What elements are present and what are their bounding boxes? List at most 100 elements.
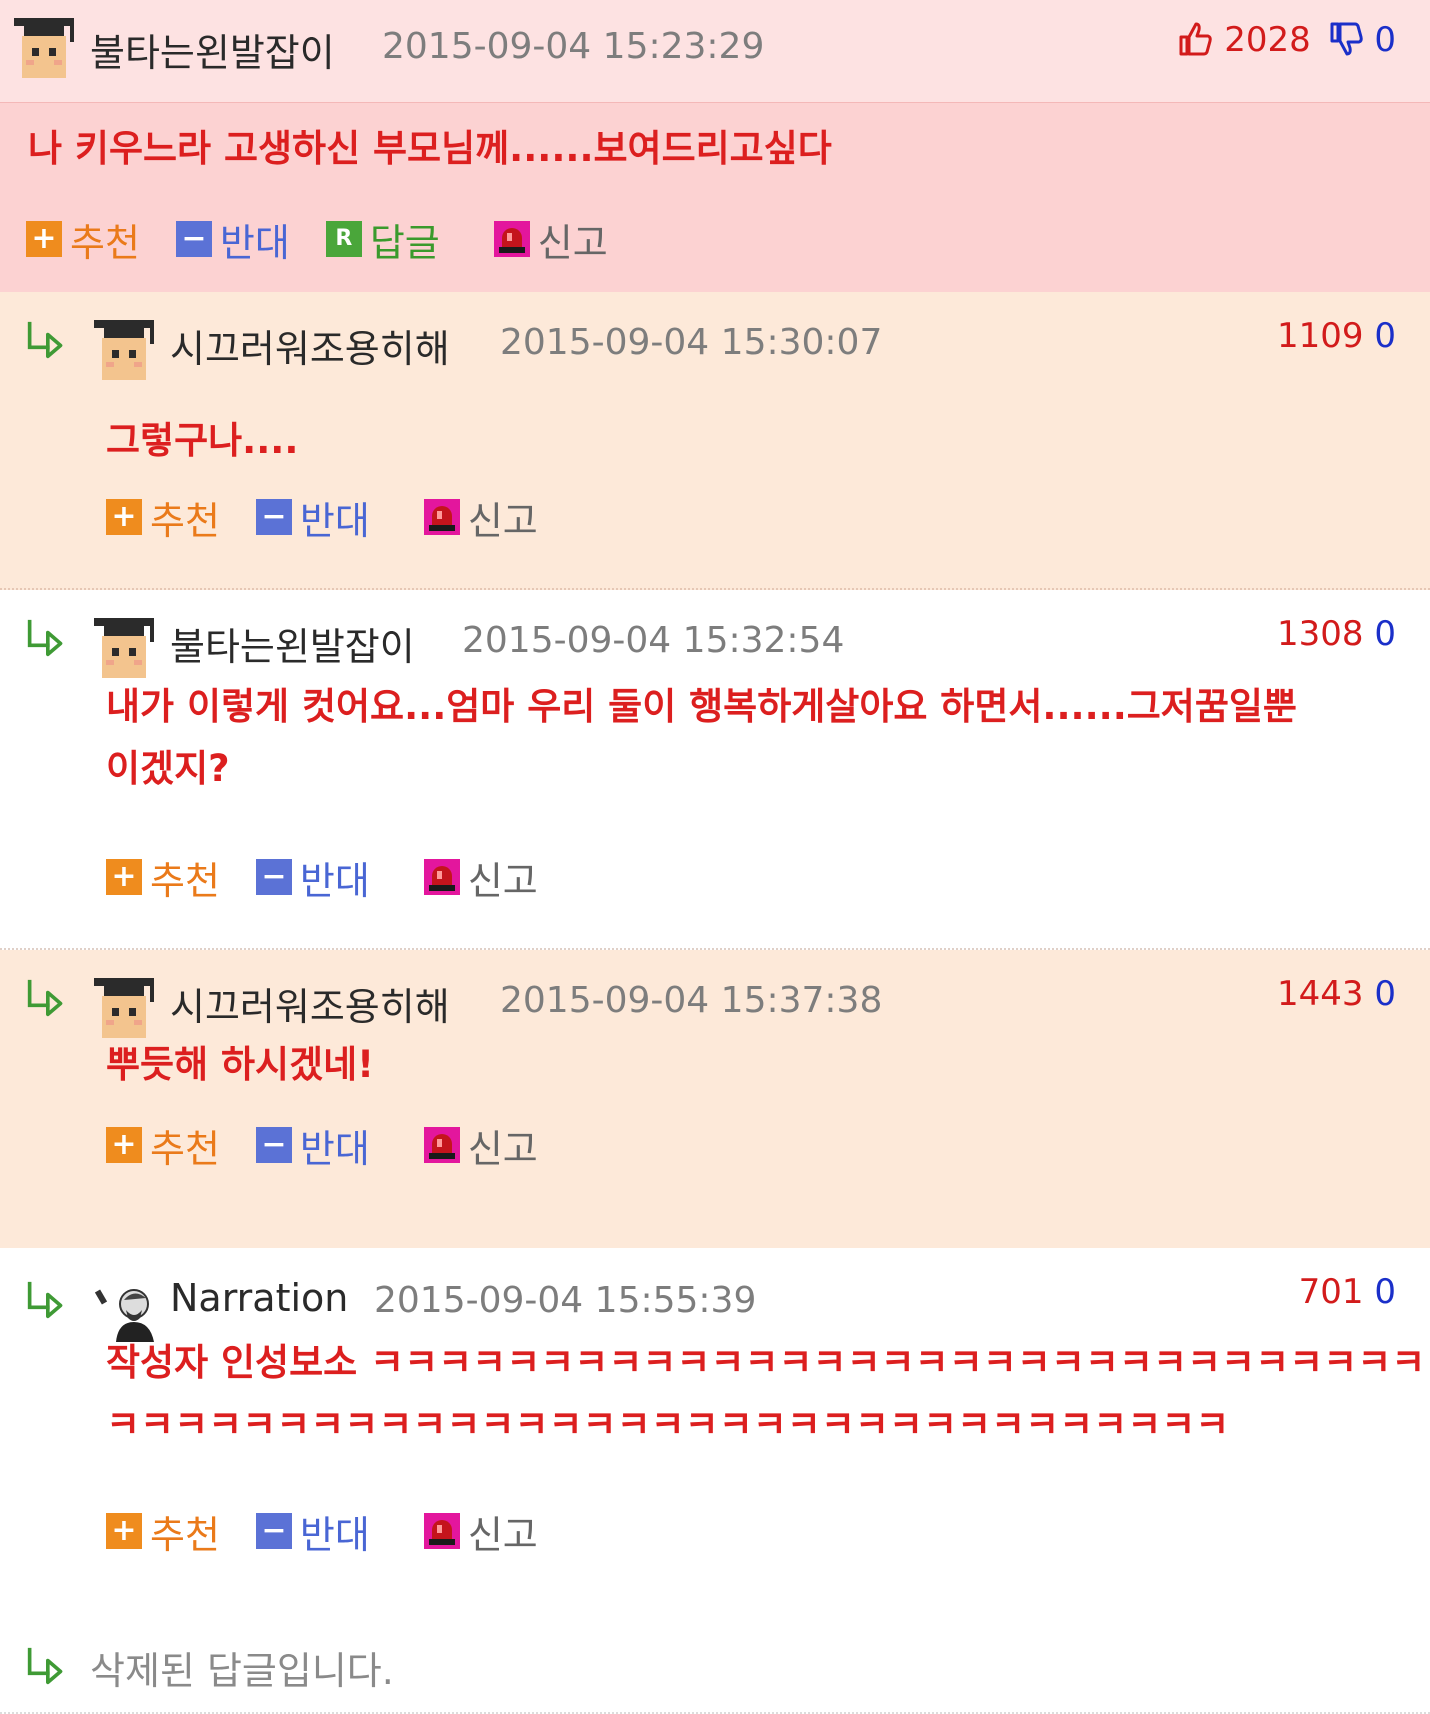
report-button[interactable]: 신고 <box>423 1504 538 1559</box>
comment-actions: + 추천 − 반대 신고 <box>106 1118 574 1173</box>
graduate-avatar-icon[interactable] <box>88 610 160 682</box>
comment-text: 내가 이렇게 컷어요...엄마 우리 둘이 행복하게살아요 하면서......그… <box>106 676 1297 800</box>
recommend-label: 추천 <box>150 1512 220 1557</box>
downvote-count: 0 <box>1374 614 1396 654</box>
comment-nickname[interactable]: Narration <box>170 1276 348 1320</box>
recommend-label: 추천 <box>150 858 220 903</box>
comment-nickname[interactable]: 불타는왼발잡이 <box>170 616 415 671</box>
vote-score: 701 0 <box>1299 1272 1396 1312</box>
upvote-count: 1308 <box>1277 614 1364 654</box>
siren-icon <box>423 1513 460 1549</box>
oppose-label: 반대 <box>299 858 370 903</box>
minus-icon: − <box>255 499 292 535</box>
reply-label: 답글 <box>369 220 440 265</box>
comment-actions: + 추천 − 반대 신고 <box>106 850 574 905</box>
comment-actions: + 추천 − 반대 R 답글 신고 <box>26 212 644 267</box>
siren-icon <box>423 1127 460 1163</box>
comment-date: 2015-09-04 15:55:39 <box>374 1280 757 1321</box>
thumbs-down-icon[interactable] <box>1328 21 1364 57</box>
comment-line: ㅋㅋㅋㅋㅋㅋㅋㅋㅋㅋㅋㅋㅋㅋㅋㅋㅋㅋㅋㅋㅋㅋㅋㅋㅋㅋㅋㅋㅋㅋㅋㅋㅋ <box>106 1403 1230 1446</box>
siren-icon <box>493 221 530 257</box>
oppose-button[interactable]: − 반대 <box>255 1118 370 1173</box>
recommend-button[interactable]: + 추천 <box>106 1118 220 1173</box>
vote-score: 1308 0 <box>1277 614 1396 654</box>
deleted-reply-text: 삭제된 답글입니다. <box>90 1649 394 1693</box>
downvote-count: 0 <box>1374 974 1396 1014</box>
recommend-label: 추천 <box>70 220 140 265</box>
graduate-avatar-icon[interactable] <box>8 10 80 82</box>
upvote-count: 1109 <box>1277 316 1364 356</box>
comment-reply: 시끄러워조용히해 2015-09-04 15:30:07 1109 0 그렇구나… <box>0 292 1430 590</box>
report-button[interactable]: 신고 <box>493 212 608 267</box>
comment-date: 2015-09-04 15:37:38 <box>500 980 883 1021</box>
recommend-label: 추천 <box>150 1126 220 1171</box>
plus-icon: + <box>106 499 142 535</box>
comment-text: 나 키우느라 고생하신 부모님께......보여드리고싶다 <box>28 118 832 180</box>
vote-score: 1109 0 <box>1277 316 1396 356</box>
report-label: 신고 <box>467 498 538 543</box>
upvote-count: 1443 <box>1277 974 1364 1014</box>
comment-header: 불타는왼발잡이 2015-09-04 15:23:29 2028 0 <box>0 0 1430 103</box>
graduate-avatar-icon[interactable] <box>88 312 160 384</box>
plus-icon: + <box>26 221 62 257</box>
plus-icon: + <box>106 1513 142 1549</box>
comment-nickname[interactable]: 시끄러워조용히해 <box>170 318 450 373</box>
oppose-button[interactable]: − 반대 <box>255 850 370 905</box>
graduate-avatar-icon[interactable] <box>88 970 160 1042</box>
reply-r-icon: R <box>325 221 362 257</box>
comment-text: 뿌듯해 하시겠네! <box>106 1034 374 1096</box>
downvote-count: 0 <box>1374 316 1396 356</box>
comment-nickname[interactable]: 시끄러워조용히해 <box>170 976 450 1031</box>
comment-date: 2015-09-04 15:30:07 <box>500 322 883 363</box>
report-button[interactable]: 신고 <box>423 490 538 545</box>
reply-arrow-icon <box>27 1280 63 1319</box>
comment-line: 그렇구나.... <box>106 419 299 462</box>
recommend-button[interactable]: + 추천 <box>106 1504 220 1559</box>
oppose-button[interactable]: − 반대 <box>175 212 290 267</box>
deleted-reply: 삭제된 답글입니다. <box>0 1610 1430 1714</box>
recommend-label: 추천 <box>150 498 220 543</box>
oppose-button[interactable]: − 반대 <box>255 490 370 545</box>
comment-best: 불타는왼발잡이 2015-09-04 15:23:29 2028 0 나 키우느… <box>0 0 1430 292</box>
oppose-button[interactable]: − 반대 <box>255 1504 370 1559</box>
vote-score: 2028 0 <box>1177 20 1396 60</box>
report-label: 신고 <box>467 1126 538 1171</box>
comment-reply: Narration 2015-09-04 15:55:39 701 0 작성자 … <box>0 1248 1430 1610</box>
comment-text: 그렇구나.... <box>106 410 298 472</box>
vote-score: 1443 0 <box>1277 974 1396 1014</box>
comment-line: 작성자 인성보소 ㅋㅋㅋㅋㅋㅋㅋㅋㅋㅋㅋㅋㅋㅋㅋㅋㅋㅋㅋㅋㅋㅋㅋㅋㅋㅋㅋㅋㅋㅋㅋ <box>106 1341 1426 1384</box>
recommend-button[interactable]: + 추천 <box>106 850 220 905</box>
oppose-label: 반대 <box>299 498 370 543</box>
minus-icon: − <box>255 1127 292 1163</box>
comment-reply: 불타는왼발잡이 2015-09-04 15:32:54 1308 0 내가 이렇… <box>0 590 1430 950</box>
siren-icon <box>423 499 460 535</box>
comment-nickname[interactable]: 불타는왼발잡이 <box>90 22 335 77</box>
reply-arrow-icon <box>27 320 63 359</box>
oppose-label: 반대 <box>299 1512 370 1557</box>
upvote-count: 701 <box>1298 1272 1364 1312</box>
comment-actions: + 추천 − 반대 신고 <box>106 490 574 545</box>
reply-button[interactable]: R 답글 <box>325 212 440 267</box>
report-button[interactable]: 신고 <box>423 850 538 905</box>
comment-line: 내가 이렇게 컷어요...엄마 우리 둘이 행복하게살아요 하면서......그… <box>106 685 1297 728</box>
plus-icon: + <box>106 1127 142 1163</box>
oppose-label: 반대 <box>299 1126 370 1171</box>
minus-icon: − <box>255 859 292 895</box>
report-button[interactable]: 신고 <box>423 1118 538 1173</box>
comment-line: 이겠지? <box>106 747 230 790</box>
recommend-button[interactable]: + 추천 <box>106 490 220 545</box>
oppose-label: 반대 <box>219 220 290 265</box>
siren-icon <box>423 859 460 895</box>
comment-reply: 시끄러워조용히해 2015-09-04 15:37:38 1443 0 뿌듯해 … <box>0 950 1430 1248</box>
downvote-count: 0 <box>1374 1272 1396 1312</box>
comment-date: 2015-09-04 15:23:29 <box>382 26 765 67</box>
report-label: 신고 <box>537 220 608 265</box>
reply-arrow-icon <box>27 978 63 1017</box>
comment-line: 뿌듯해 하시겠네! <box>106 1043 375 1086</box>
reply-arrow-icon <box>27 1646 63 1685</box>
thumbs-up-icon[interactable] <box>1177 21 1213 57</box>
report-label: 신고 <box>467 1512 538 1557</box>
reply-arrow-icon <box>27 618 63 657</box>
recommend-button[interactable]: + 추천 <box>26 212 140 267</box>
downvote-count: 0 <box>1374 20 1396 60</box>
